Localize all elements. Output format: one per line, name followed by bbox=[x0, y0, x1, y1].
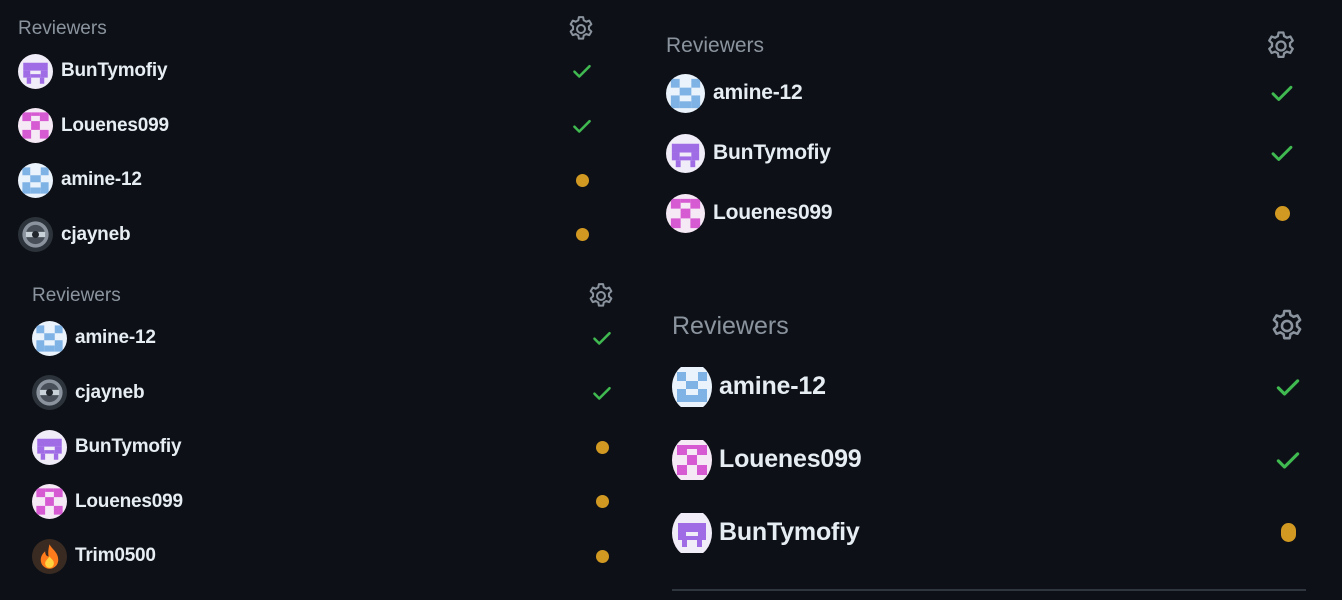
reviewers-header: Reviewers bbox=[672, 302, 1306, 350]
gear-icon[interactable] bbox=[566, 14, 596, 44]
reviewer-link[interactable]: amine-12 bbox=[32, 320, 156, 356]
avatar bbox=[32, 375, 67, 411]
reviewer-link[interactable]: BunTymofiy bbox=[672, 509, 860, 557]
avatar bbox=[672, 509, 712, 557]
avatar bbox=[32, 320, 67, 356]
reviewers-title: Reviewers bbox=[666, 34, 765, 57]
reviewer-row: BunTymofiy bbox=[32, 420, 616, 475]
reviewer-name: amine-12 bbox=[719, 372, 826, 400]
pending-dot-icon bbox=[568, 173, 596, 187]
reviewer-row: Louenes099 bbox=[672, 423, 1306, 496]
reviewers-header: Reviewers bbox=[666, 29, 1298, 63]
reviewer-name: cjayneb bbox=[75, 381, 145, 403]
check-icon bbox=[1270, 373, 1306, 401]
divider bbox=[672, 589, 1306, 591]
reviewer-row: Louenes099 bbox=[32, 475, 616, 530]
pending-dot-icon bbox=[568, 228, 596, 242]
reviewer-name: BunTymofiy bbox=[719, 518, 860, 546]
reviewer-link[interactable]: amine-12 bbox=[18, 162, 142, 198]
reviewers-title: Reviewers bbox=[18, 18, 107, 39]
avatar bbox=[666, 193, 705, 233]
reviewer-row: amine-12 bbox=[18, 153, 596, 208]
avatar bbox=[32, 484, 67, 520]
reviewers-header: Reviewers bbox=[32, 281, 616, 311]
reviewer-row: amine-12 bbox=[666, 63, 1298, 123]
pending-dot-icon bbox=[588, 549, 616, 563]
reviewer-name: Louenes099 bbox=[61, 114, 169, 136]
reviewers-title: Reviewers bbox=[672, 311, 789, 340]
reviewer-link[interactable]: cjayneb bbox=[18, 217, 131, 253]
reviewer-link[interactable]: cjayneb bbox=[32, 375, 145, 411]
avatar bbox=[666, 73, 705, 113]
reviewer-row: BunTymofiy bbox=[672, 496, 1306, 569]
avatar bbox=[666, 133, 705, 173]
reviewer-row: BunTymofiy bbox=[18, 44, 596, 99]
gear-icon[interactable] bbox=[1268, 307, 1306, 345]
reviewer-row: BunTymofiy bbox=[666, 123, 1298, 183]
reviewer-row: Trim0500 bbox=[32, 529, 616, 584]
avatar bbox=[672, 436, 712, 484]
reviewer-name: Louenes099 bbox=[75, 490, 183, 512]
reviewer-name: BunTymofiy bbox=[61, 60, 168, 82]
avatar bbox=[672, 363, 712, 411]
avatar bbox=[32, 429, 67, 465]
reviewer-name: BunTymofiy bbox=[713, 141, 831, 164]
reviewer-name: Louenes099 bbox=[713, 201, 833, 224]
reviewer-name: amine-12 bbox=[61, 169, 142, 191]
reviewer-link[interactable]: amine-12 bbox=[666, 73, 803, 113]
reviewers-panel: Reviewers amine-12 BunTymofiy Louenes099 bbox=[666, 29, 1298, 243]
avatar bbox=[18, 162, 53, 198]
reviewer-name: amine-12 bbox=[713, 81, 803, 104]
reviewer-link[interactable]: Louenes099 bbox=[32, 484, 183, 520]
avatar bbox=[18, 217, 53, 253]
reviewer-row: amine-12 bbox=[672, 350, 1306, 423]
pending-dot-icon bbox=[1266, 205, 1298, 221]
reviewer-name: amine-12 bbox=[75, 327, 156, 349]
pending-dot-icon bbox=[588, 495, 616, 509]
reviewer-link[interactable]: Louenes099 bbox=[666, 193, 833, 233]
reviewer-row: amine-12 bbox=[32, 311, 616, 366]
pending-dot-icon bbox=[588, 440, 616, 454]
gear-icon[interactable] bbox=[1264, 29, 1298, 63]
reviewers-header: Reviewers bbox=[18, 14, 596, 44]
check-icon bbox=[1270, 446, 1306, 474]
check-icon bbox=[588, 327, 616, 349]
avatar bbox=[32, 538, 67, 574]
reviewer-link[interactable]: BunTymofiy bbox=[32, 429, 182, 465]
check-icon bbox=[568, 115, 596, 137]
avatar bbox=[18, 53, 53, 89]
gear-icon[interactable] bbox=[586, 281, 616, 311]
check-icon bbox=[588, 382, 616, 404]
reviewer-link[interactable]: amine-12 bbox=[672, 363, 826, 411]
reviewers-panel: Reviewers amine-12 Louenes099 BunTymofiy bbox=[672, 302, 1306, 591]
reviewers-panel: Reviewers amine-12 cjayneb BunTymofiy Lo… bbox=[32, 281, 616, 584]
avatar bbox=[18, 108, 53, 144]
reviewer-row: cjayneb bbox=[32, 366, 616, 421]
pending-dot-icon bbox=[1270, 523, 1306, 542]
check-icon bbox=[568, 60, 596, 82]
reviewer-link[interactable]: BunTymofiy bbox=[18, 53, 168, 89]
reviewer-row: Louenes099 bbox=[666, 183, 1298, 243]
check-icon bbox=[1266, 80, 1298, 106]
reviewer-name: Trim0500 bbox=[75, 545, 156, 567]
reviewer-link[interactable]: Trim0500 bbox=[32, 538, 156, 574]
reviewer-link[interactable]: Louenes099 bbox=[672, 436, 862, 484]
reviewers-title: Reviewers bbox=[32, 285, 121, 306]
reviewer-row: Louenes099 bbox=[18, 99, 596, 154]
reviewer-name: Louenes099 bbox=[719, 445, 862, 473]
reviewer-name: cjayneb bbox=[61, 223, 131, 245]
reviewers-panel: Reviewers BunTymofiy Louenes099 amine-12… bbox=[18, 14, 596, 262]
reviewer-link[interactable]: Louenes099 bbox=[18, 108, 169, 144]
check-icon bbox=[1266, 140, 1298, 166]
reviewer-link[interactable]: BunTymofiy bbox=[666, 133, 831, 173]
reviewer-row: cjayneb bbox=[18, 208, 596, 263]
reviewer-name: BunTymofiy bbox=[75, 436, 182, 458]
